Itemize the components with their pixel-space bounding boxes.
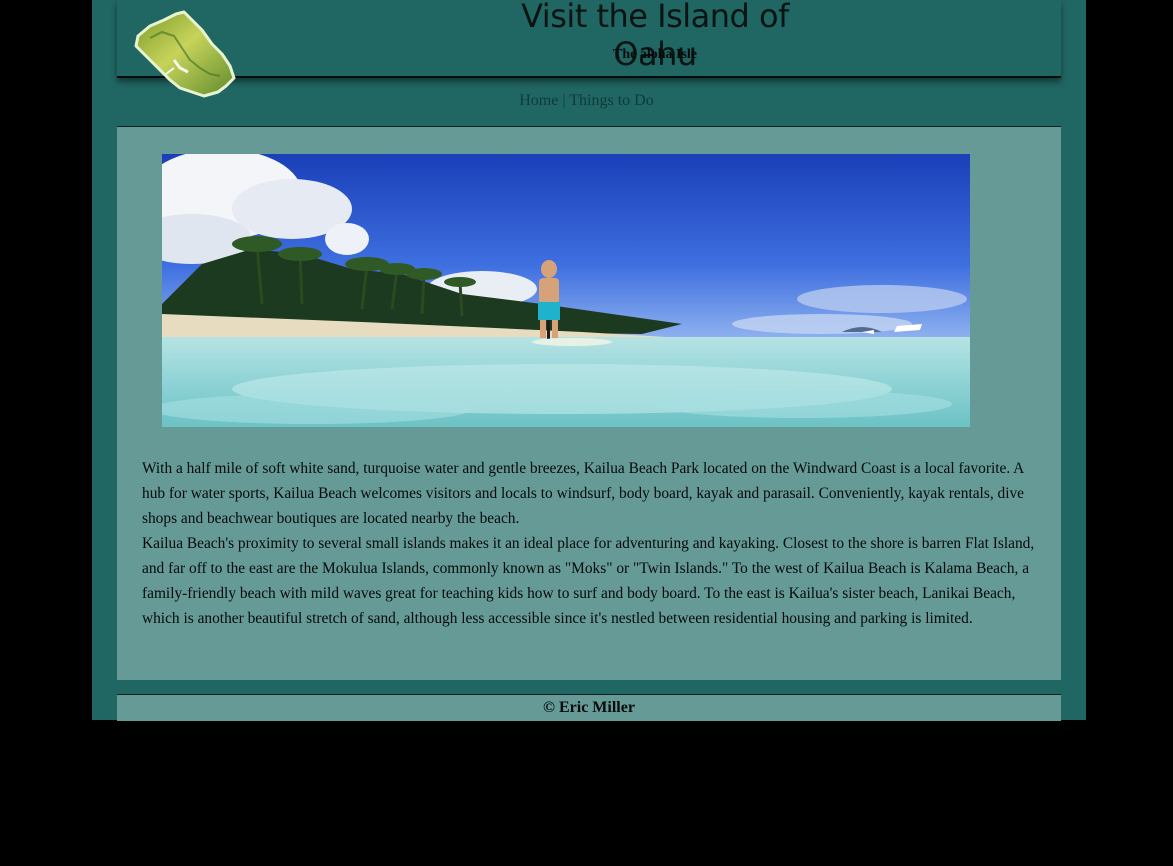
nav-link-home[interactable]: Home (519, 92, 558, 109)
oahu-island-map-icon (134, 10, 236, 98)
site-tagline: The aloha Isle (612, 47, 697, 62)
content-panel: With a half mile of soft white sand, tur… (117, 126, 1061, 680)
site-header: Visit the Island of Oahu The aloha Isle (117, 0, 1061, 78)
site-footer: © Eric Miller (117, 694, 1061, 721)
article-body: With a half mile of soft white sand, tur… (142, 456, 1042, 631)
nav-link-things-to-do[interactable]: Things to Do (569, 92, 653, 109)
article-paragraph: With a half mile of soft white sand, tur… (142, 460, 1025, 527)
copyright-text: © Eric Miller (543, 699, 635, 716)
nav-separator: | (562, 92, 566, 109)
article-paragraph: Kailua Beach's proximity to several smal… (142, 535, 1035, 627)
kailua-beach-paddleboarder-photo (162, 154, 970, 427)
